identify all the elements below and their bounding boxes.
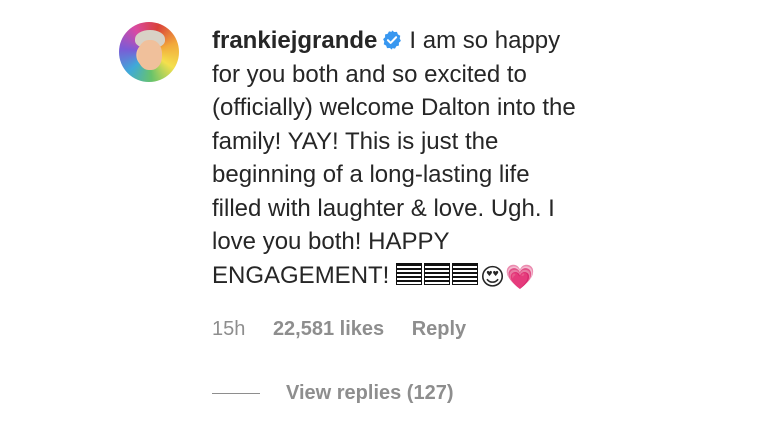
replies-divider [212, 393, 260, 394]
comment-line-4: family! YAY! This is just the [212, 127, 499, 155]
comment-line-2: for you both and so excited to [212, 60, 527, 88]
likes-count[interactable]: 22,581 likes [273, 318, 384, 340]
reply-button[interactable]: Reply [412, 318, 466, 340]
comment-line-1: I am so happy [409, 27, 561, 54]
comment-body: frankiejgrande I am so happy for you bot… [212, 24, 652, 294]
comment-line-6: filled with laughter & love. Ugh. I [212, 194, 555, 222]
username-link[interactable]: frankiejgrande [212, 27, 377, 54]
verified-badge-icon [383, 30, 402, 50]
avatar-face [138, 40, 162, 70]
avatar[interactable] [119, 22, 179, 82]
unrendered-glyph-icon [396, 262, 423, 285]
comment-line-5: beginning of a long-lasting life [212, 161, 530, 188]
unrendered-glyph-icon [424, 262, 451, 285]
heart-eyes-emoji-icon: 😍 [480, 262, 506, 291]
comment-line-8: ENGAGEMENT! [212, 261, 390, 289]
pink-heart-emoji-icon: 💗 [505, 262, 535, 291]
comment-line-3: (officially) welcome Dalton into the [212, 94, 576, 121]
comment-meta: 15h 22,581 likes Reply [212, 318, 488, 341]
view-replies-button[interactable]: View replies (127) [286, 382, 454, 405]
comment-line-7: love you both! HAPPY [212, 228, 450, 255]
view-replies-row[interactable]: View replies (127) [212, 382, 454, 405]
comment: frankiejgrande I am so happy for you bot… [0, 0, 768, 432]
timestamp[interactable]: 15h [212, 318, 245, 340]
unrendered-glyph-icon [452, 262, 479, 285]
